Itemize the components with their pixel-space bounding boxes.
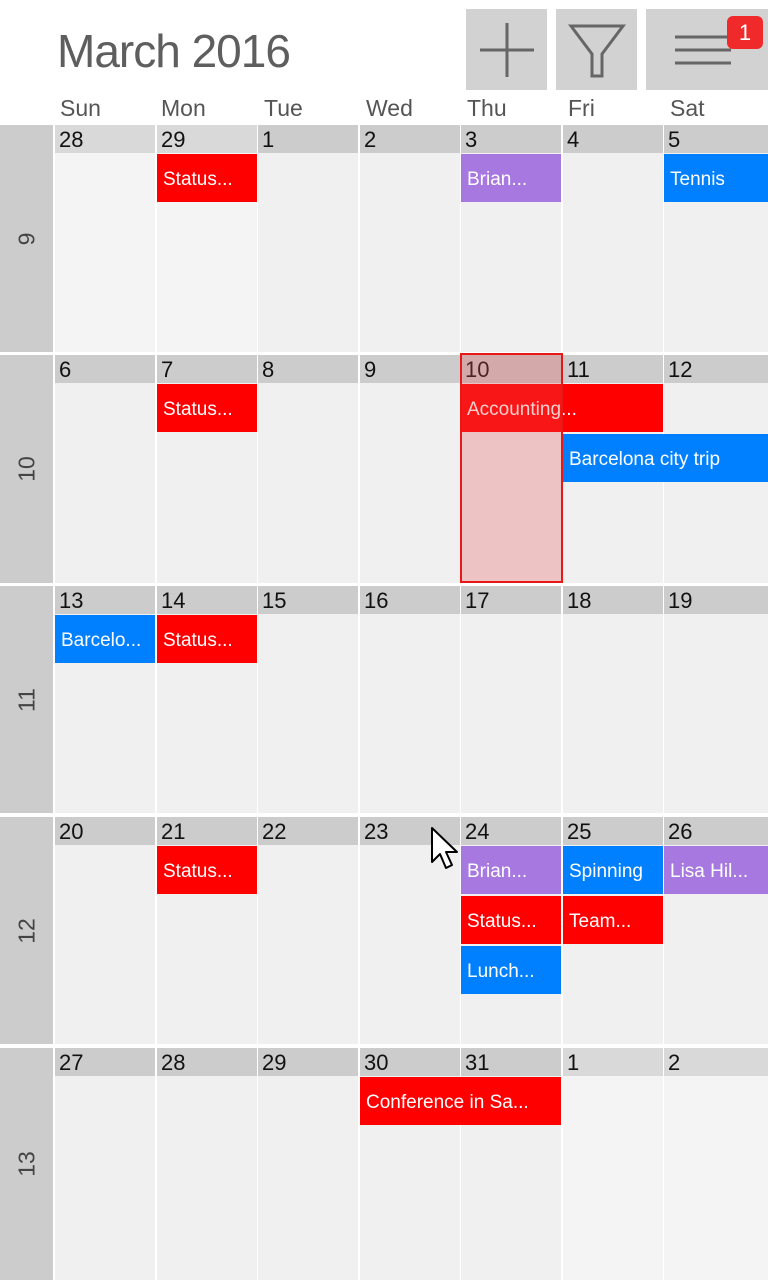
day-number: 1	[258, 125, 358, 153]
day-number: 6	[55, 355, 155, 383]
mouse-cursor-icon	[431, 827, 458, 869]
day-number: 19	[664, 586, 768, 614]
plus-icon	[479, 22, 534, 77]
day-of-week-label: Sat	[670, 95, 705, 121]
week-number: 12	[13, 917, 39, 944]
day-number: 15	[258, 586, 358, 614]
day-number: 5	[664, 125, 768, 153]
day-cell[interactable]: 1	[258, 125, 358, 352]
calendar-event[interactable]: Lisa Hil...	[664, 846, 768, 894]
day-number: 3	[461, 125, 561, 153]
day-cell[interactable]: 28	[55, 125, 155, 352]
calendar-event[interactable]: Barcelo...	[55, 615, 155, 663]
day-cell[interactable]: 22	[258, 817, 358, 1044]
day-number: 24	[461, 817, 561, 845]
day-cell[interactable]: 6	[55, 355, 155, 583]
day-cell[interactable]: 27	[55, 1048, 155, 1280]
day-number: 26	[664, 817, 768, 845]
hamburger-menu-icon	[675, 35, 731, 64]
day-cell[interactable]: 1	[563, 1048, 663, 1280]
day-cell[interactable]: 20	[55, 817, 155, 1044]
week-number: 10	[13, 456, 39, 482]
day-number: 9	[360, 355, 460, 383]
day-of-week-label: Wed	[366, 95, 413, 121]
week-number-label[interactable]: 10	[0, 355, 53, 583]
calendar-event[interactable]: Status...	[157, 615, 257, 663]
filter-button[interactable]	[556, 9, 637, 90]
day-number: 16	[360, 586, 460, 614]
day-number: 14	[157, 586, 257, 614]
day-cell[interactable]: 2	[360, 125, 460, 352]
calendar-event[interactable]: Status...	[157, 154, 257, 202]
day-cell[interactable]: 18	[563, 586, 663, 813]
calendar-event[interactable]: Accounting...	[461, 384, 663, 432]
calendar-event[interactable]: Conference in Sa...	[360, 1077, 561, 1125]
calendar-event[interactable]: Spinning	[563, 846, 663, 894]
day-number: 27	[55, 1048, 155, 1076]
day-of-week-label: Sun	[60, 95, 101, 121]
day-number: 31	[461, 1048, 561, 1076]
day-of-week-label: Thu	[467, 95, 507, 121]
day-cell[interactable]: 15	[258, 586, 358, 813]
week-number: 9	[13, 232, 39, 245]
day-number: 11	[563, 355, 663, 383]
day-number: 8	[258, 355, 358, 383]
week-number-label[interactable]: 12	[0, 817, 53, 1044]
day-cell[interactable]: 17	[461, 586, 561, 813]
day-number: 25	[563, 817, 663, 845]
day-number: 28	[157, 1048, 257, 1076]
day-cell[interactable]: 16	[360, 586, 460, 813]
day-cell[interactable]: 29	[258, 1048, 358, 1280]
calendar-event[interactable]: Status...	[461, 896, 561, 944]
week-number-label[interactable]: 11	[0, 586, 53, 813]
notification-badge: 1	[727, 16, 763, 49]
day-number: 28	[55, 125, 155, 153]
day-cell[interactable]: 19	[664, 586, 768, 813]
day-number: 4	[563, 125, 663, 153]
calendar-event[interactable]: Team...	[563, 896, 663, 944]
day-number: 2	[664, 1048, 768, 1076]
day-of-week-label: Fri	[568, 95, 595, 121]
week-number-label[interactable]: 13	[0, 1048, 53, 1280]
calendar-event[interactable]: Status...	[157, 384, 257, 432]
day-number: 12	[664, 355, 768, 383]
week-number: 11	[13, 687, 39, 712]
menu-button[interactable]: 1	[646, 9, 768, 90]
week-number-label[interactable]: 9	[0, 125, 53, 352]
day-cell[interactable]: 2	[664, 1048, 768, 1280]
day-number: 7	[157, 355, 257, 383]
day-cell[interactable]: 8	[258, 355, 358, 583]
day-number: 20	[55, 817, 155, 845]
week-number: 13	[13, 1151, 39, 1177]
day-of-week-label: Mon	[161, 95, 206, 121]
add-event-button[interactable]	[466, 9, 547, 90]
day-of-week-label: Tue	[264, 95, 303, 121]
day-number: 1	[563, 1048, 663, 1076]
day-cell[interactable]: 4	[563, 125, 663, 352]
month-title: March 2016	[57, 25, 291, 77]
day-number: 22	[258, 817, 358, 845]
calendar-event[interactable]: Lunch...	[461, 946, 561, 994]
calendar-event[interactable]: Brian...	[461, 154, 561, 202]
day-number: 10	[461, 355, 561, 383]
calendar-event[interactable]: Tennis	[664, 154, 768, 202]
day-number: 29	[258, 1048, 358, 1076]
day-number: 30	[360, 1048, 460, 1076]
filter-icon	[567, 24, 626, 77]
day-number: 17	[461, 586, 561, 614]
calendar-event[interactable]: Barcelona city trip	[563, 434, 768, 482]
day-cell[interactable]: 9	[360, 355, 460, 583]
day-number: 2	[360, 125, 460, 153]
day-number: 13	[55, 586, 155, 614]
day-cell[interactable]: 28	[157, 1048, 257, 1280]
day-number: 18	[563, 586, 663, 614]
calendar-event[interactable]: Brian...	[461, 846, 561, 894]
day-number: 29	[157, 125, 257, 153]
calendar-event[interactable]: Status...	[157, 846, 257, 894]
day-number: 21	[157, 817, 257, 845]
